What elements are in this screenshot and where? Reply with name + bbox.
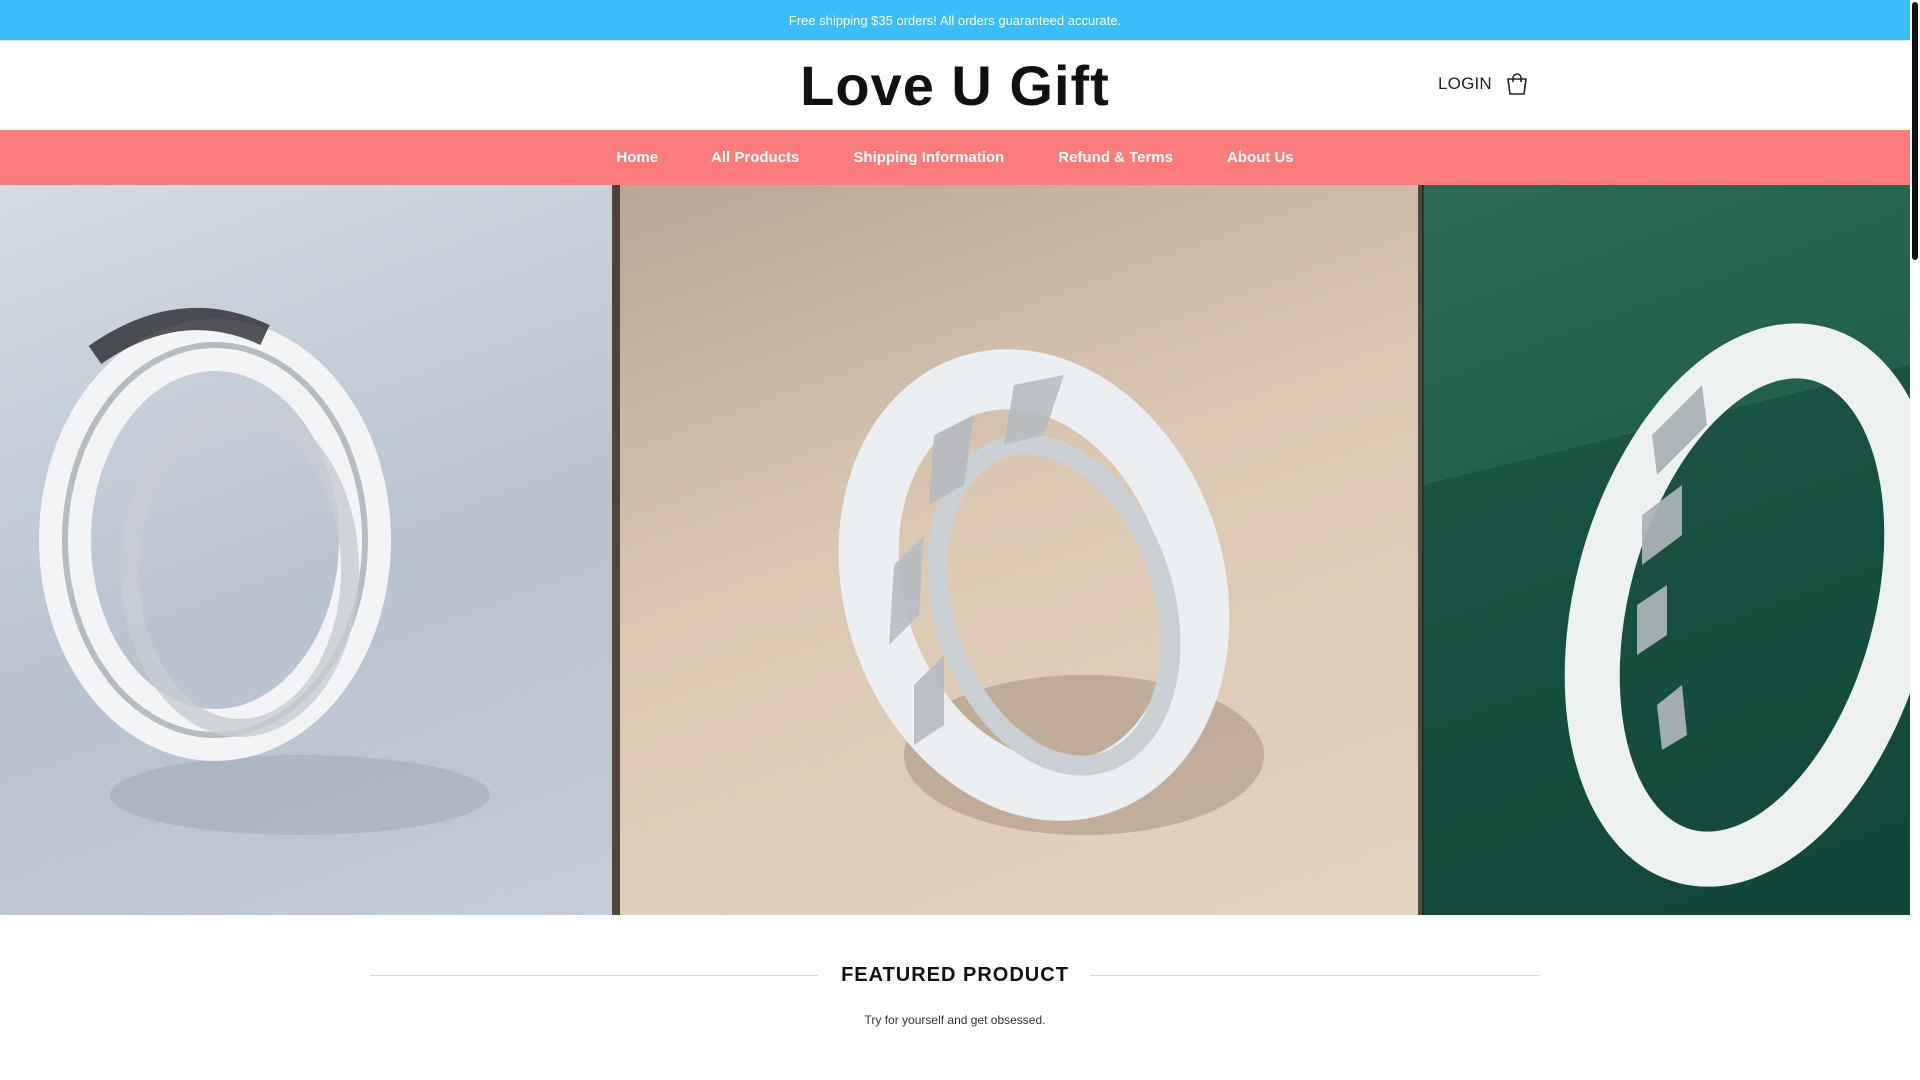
textured-silver-ring-image [614,185,1422,915]
cart-icon[interactable] [1504,72,1530,98]
scrollbar[interactable] [1910,0,1920,1080]
nav-item-about-us[interactable]: About Us [1227,149,1294,166]
hero-banner[interactable] [0,185,1910,915]
login-link[interactable]: LOGIN [1438,74,1492,94]
announcement-bar: Free shipping $35 orders! All orders gua… [0,0,1910,40]
nav-item-shipping-information[interactable]: Shipping Information [853,149,1004,166]
main-navigation: Home All Products Shipping Information R… [0,130,1910,185]
nav-item-all-products[interactable]: All Products [711,149,799,166]
site-header: Love U Gift LOGIN [0,40,1910,131]
plain-silver-ring-image [0,185,614,915]
scrollbar-thumb[interactable] [1912,2,1918,260]
logo[interactable]: Love U Gift [0,53,1910,118]
nav-item-refund-terms[interactable]: Refund & Terms [1058,149,1173,166]
announcement-text: Free shipping $35 orders! All orders gua… [788,12,1122,28]
featured-product-header: FEATURED PRODUCT [370,960,1540,990]
image-divider [612,185,620,915]
section-subtitle: Try for yourself and get obsessed. [864,1013,1046,1027]
image-divider [1418,185,1424,915]
nav-item-home[interactable]: Home [616,149,658,166]
silver-ring-on-green-image [1422,185,1910,915]
divider-line [1090,975,1540,976]
